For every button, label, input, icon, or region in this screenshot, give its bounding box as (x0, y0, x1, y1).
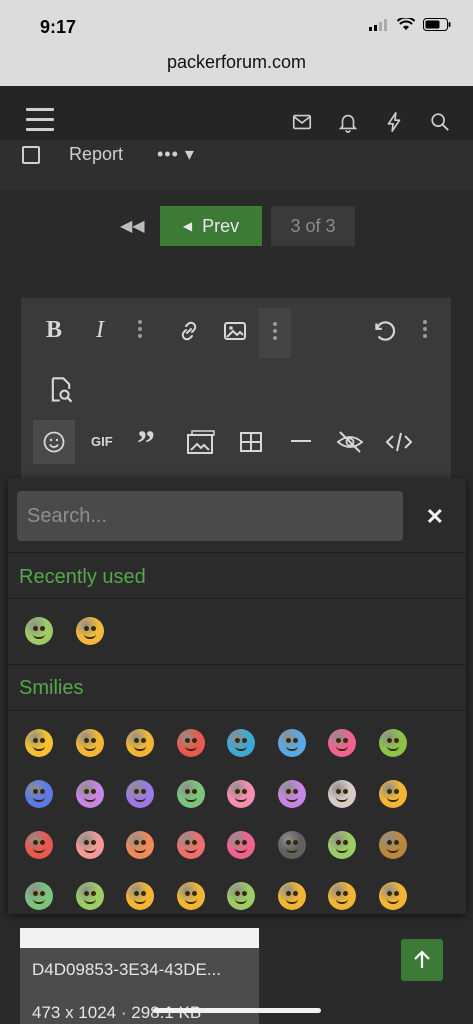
arrow-up-icon (414, 950, 430, 968)
pagination: ◀◀ ◀ Prev 3 of 3 (0, 190, 473, 275)
spoiler-icon[interactable] (336, 430, 364, 454)
smiley-emoji-icon[interactable] (378, 780, 407, 808)
smiley-emoji-icon[interactable] (75, 729, 104, 757)
smiley-emoji-icon[interactable] (126, 780, 154, 808)
smiley-emoji-icon[interactable] (328, 729, 356, 757)
first-page-icon[interactable]: ◀◀ (120, 216, 145, 236)
more-menu[interactable]: ••• ▾ (157, 144, 195, 165)
smiley-emoji-icon[interactable] (75, 882, 104, 910)
image-icon[interactable] (223, 319, 247, 343)
smiley-emoji-icon[interactable] (378, 831, 407, 859)
bold-icon[interactable]: B (41, 316, 67, 344)
italic-icon[interactable]: I (87, 316, 113, 344)
table-icon[interactable] (239, 430, 263, 454)
zombie-emoji-icon[interactable] (25, 617, 53, 645)
smiley-emoji-icon[interactable] (277, 882, 306, 910)
smiley-emoji-icon[interactable] (277, 780, 306, 808)
smilies-title: Smilies (19, 677, 84, 699)
preview-icon[interactable] (47, 376, 75, 404)
media-icon[interactable] (186, 429, 216, 455)
caret-left-icon: ◀ (182, 219, 193, 233)
mail-icon[interactable] (291, 111, 313, 133)
status-icons (369, 18, 451, 31)
smiley-emoji-icon[interactable] (227, 882, 255, 910)
smiley-emoji-icon[interactable] (227, 729, 255, 757)
more-insert-button[interactable] (259, 308, 291, 358)
divider (8, 710, 466, 711)
divider (8, 552, 466, 553)
smiley-emoji-icon[interactable] (277, 831, 306, 859)
smiley-emoji-icon[interactable] (277, 729, 306, 757)
smiley-emoji-icon[interactable] (126, 882, 154, 910)
more-text-icon[interactable] (138, 320, 142, 340)
bolt-icon[interactable] (383, 111, 405, 133)
smiley-emoji-icon[interactable] (227, 831, 255, 859)
search-icon[interactable] (429, 111, 451, 133)
undo-icon[interactable] (371, 318, 397, 344)
smiley-emoji-icon[interactable] (126, 831, 154, 859)
url-bar[interactable]: packerforum.com (0, 52, 473, 73)
facepalm-emoji-icon[interactable] (76, 617, 104, 645)
divider (8, 598, 466, 599)
signal-icon (369, 18, 387, 31)
rich-text-editor: B I GIF ” (21, 298, 451, 488)
smiley-emoji-icon[interactable] (75, 831, 104, 859)
prev-button[interactable]: ◀ Prev (160, 206, 262, 246)
gif-icon[interactable]: GIF (91, 434, 113, 449)
smile-icon (43, 431, 65, 453)
code-icon[interactable] (385, 430, 413, 454)
smiley-emoji-icon[interactable] (227, 780, 255, 808)
toolbar-row-2 (21, 362, 451, 416)
menu-icon[interactable] (26, 108, 54, 132)
smiley-emoji-icon[interactable] (25, 831, 53, 859)
horizontal-rule-icon[interactable] (291, 440, 311, 442)
toolbar-row-3: GIF ” (21, 416, 451, 466)
emoji-search-input[interactable] (17, 491, 403, 541)
smiley-emoji-icon[interactable] (378, 729, 407, 757)
smiley-emoji-icon[interactable] (378, 882, 407, 910)
attachment-meta: 473 x 1024 · 298.1 KB (32, 1003, 202, 1022)
select-checkbox[interactable] (22, 146, 40, 164)
scroll-top-button[interactable] (401, 939, 443, 981)
more-insert-icon (273, 322, 277, 342)
quote-icon[interactable]: ” (137, 422, 155, 464)
attachment-thumbnail (20, 928, 259, 948)
smiley-emoji-icon[interactable] (25, 780, 53, 808)
smiley-emoji-icon[interactable] (176, 780, 205, 808)
wifi-icon (397, 18, 415, 30)
prev-label: Prev (202, 215, 240, 236)
smiley-emoji-icon[interactable] (176, 831, 205, 859)
smiley-emoji-icon[interactable] (328, 882, 356, 910)
smiley-emoji-icon[interactable] (328, 780, 356, 808)
smiley-emoji-icon[interactable] (25, 729, 53, 757)
browser-top-bar: 9:17 packerforum.com (0, 0, 473, 86)
divider (8, 664, 466, 665)
emoji-button[interactable] (33, 420, 75, 464)
battery-icon (423, 18, 451, 31)
recent-title: Recently used (19, 566, 146, 588)
status-time: 9:17 (40, 17, 77, 37)
report-link[interactable]: Report (69, 144, 123, 165)
smiley-emoji-icon[interactable] (176, 882, 205, 910)
smiley-emoji-icon[interactable] (328, 831, 356, 859)
post-actions: Report ••• ▾ (0, 140, 473, 190)
attachment-name: D4D09853-3E34-43DE... (32, 960, 222, 979)
more-options-icon[interactable] (423, 320, 427, 340)
close-icon[interactable]: ✕ (426, 504, 444, 530)
home-indicator (153, 1008, 321, 1013)
smiley-emoji-icon[interactable] (176, 729, 205, 757)
emoji-picker: ✕ Recently used Smilies (8, 478, 466, 914)
smiley-emoji-icon[interactable] (25, 882, 53, 910)
smiley-emoji-icon[interactable] (75, 780, 104, 808)
page-indicator[interactable]: 3 of 3 (271, 206, 355, 246)
link-icon[interactable] (177, 319, 201, 343)
bell-icon[interactable] (337, 111, 359, 133)
more-label: ••• (157, 144, 179, 164)
toolbar-row-1: B I (21, 298, 451, 362)
emoji-search-field[interactable] (17, 491, 403, 541)
smiley-emoji-icon[interactable] (126, 729, 154, 757)
